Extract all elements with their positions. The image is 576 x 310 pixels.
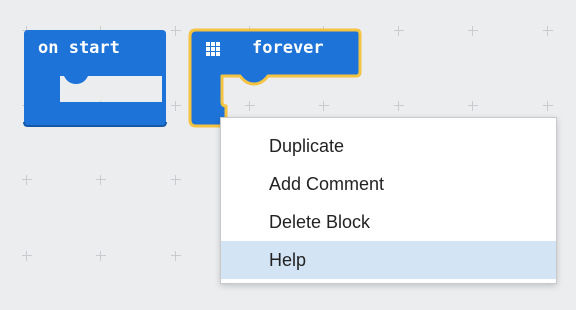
menu-item-duplicate[interactable]: Duplicate <box>221 127 556 165</box>
context-menu: Duplicate Add Comment Delete Block Help <box>220 117 557 284</box>
menu-item-delete-block[interactable]: Delete Block <box>221 203 556 241</box>
menu-item-help[interactable]: Help <box>221 241 556 279</box>
menu-item-add-comment[interactable]: Add Comment <box>221 165 556 203</box>
grid-icon <box>206 42 220 56</box>
forever-label: forever <box>252 38 324 58</box>
on-start-label: on start <box>38 38 120 58</box>
